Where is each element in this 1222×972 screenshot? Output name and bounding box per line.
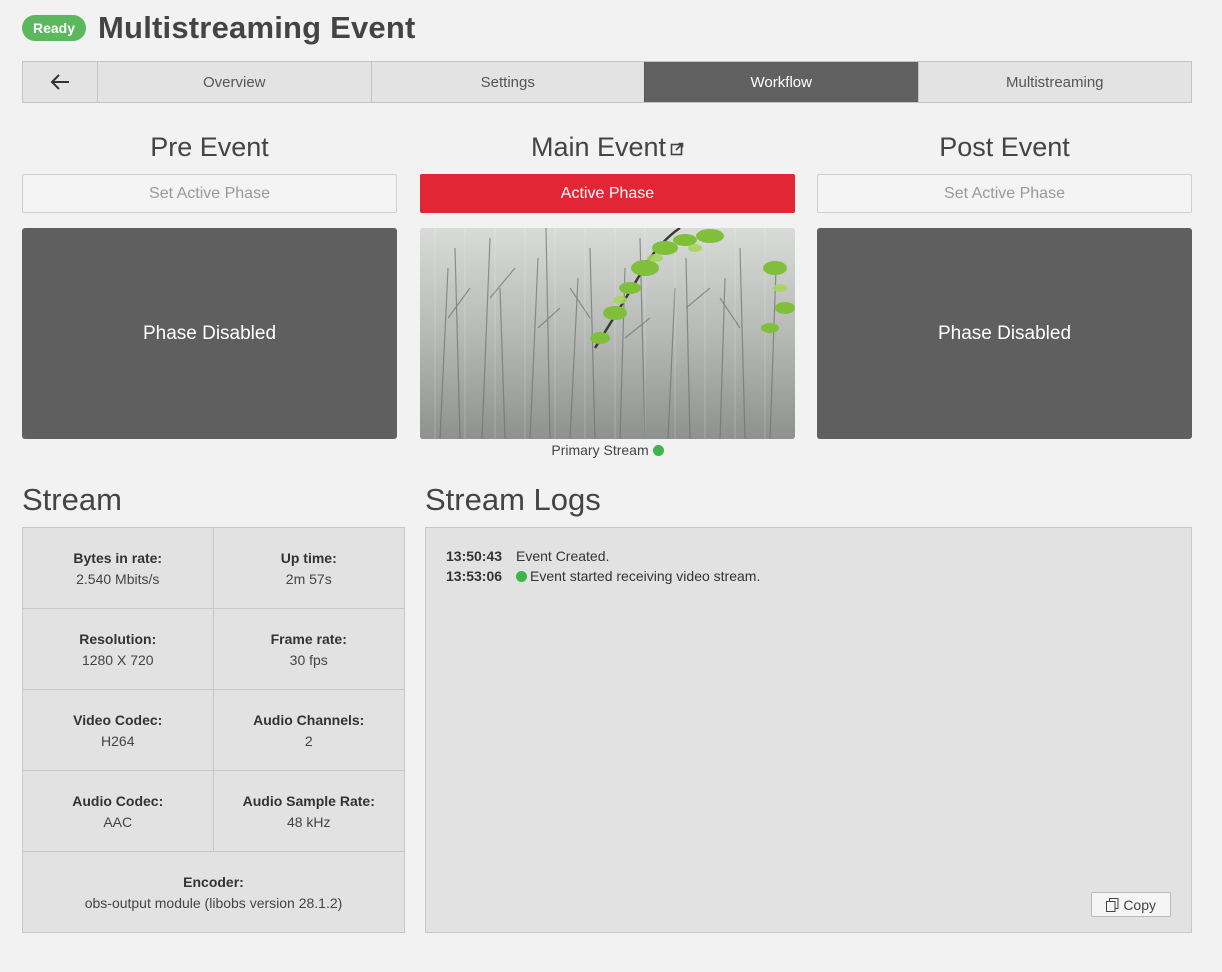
log-entry: 13:53:06 Event started receiving video s… bbox=[446, 566, 1171, 586]
stat-frame-rate: Frame rate: 30 fps bbox=[213, 609, 404, 690]
log-time: 13:53:06 bbox=[446, 568, 503, 584]
stat-label: Resolution: bbox=[79, 630, 157, 647]
copy-label: Copy bbox=[1123, 896, 1156, 913]
primary-stream-status: Primary Stream bbox=[420, 442, 795, 458]
copy-icon bbox=[1106, 897, 1119, 912]
stat-value: 48 kHz bbox=[286, 813, 331, 830]
stream-stats-grid: Bytes in rate: 2.540 Mbits/s Up time: 2m… bbox=[22, 527, 405, 933]
video-preview[interactable] bbox=[420, 228, 795, 439]
stat-label: Encoder: bbox=[183, 873, 244, 890]
back-button[interactable] bbox=[23, 62, 97, 102]
main-event-title[interactable]: Main Event bbox=[531, 132, 666, 162]
stream-logs-title: Stream Logs bbox=[425, 482, 601, 517]
stat-label: Frame rate: bbox=[270, 630, 347, 647]
stat-label: Audio Channels: bbox=[253, 711, 365, 728]
main-event-active-phase-button[interactable]: Active Phase bbox=[420, 174, 795, 213]
stat-bytes-in-rate: Bytes in rate: 2.540 Mbits/s bbox=[23, 528, 214, 609]
stat-audio-codec: Audio Codec: AAC bbox=[23, 771, 214, 852]
stat-value: AAC bbox=[103, 813, 133, 830]
stat-value: 2m 57s bbox=[285, 570, 332, 587]
post-event-phase: Post Event Set Active Phase Phase Disabl… bbox=[817, 130, 1192, 439]
external-link-icon[interactable] bbox=[670, 142, 684, 156]
stat-up-time: Up time: 2m 57s bbox=[213, 528, 404, 609]
stat-value: 2 bbox=[304, 732, 313, 749]
stat-value: obs-output module (libobs version 28.1.2… bbox=[84, 894, 343, 911]
log-message: Event Created. bbox=[516, 548, 610, 564]
arrow-left-icon bbox=[50, 74, 69, 90]
post-event-disabled-panel: Phase Disabled bbox=[817, 228, 1192, 439]
stat-value: H264 bbox=[101, 732, 135, 749]
stat-audio-channels: Audio Channels: 2 bbox=[213, 690, 404, 771]
post-event-title: Post Event bbox=[939, 132, 1070, 162]
stat-label: Audio Sample Rate: bbox=[242, 792, 375, 809]
stat-resolution: Resolution: 1280 X 720 bbox=[23, 609, 214, 690]
tab-workflow[interactable]: Workflow bbox=[644, 62, 918, 102]
tab-settings[interactable]: Settings bbox=[370, 62, 645, 102]
pre-event-phase: Pre Event Set Active Phase Phase Disable… bbox=[22, 130, 397, 439]
stream-logs-panel: 13:50:43 Event Created. 13:53:06 Event s… bbox=[425, 527, 1192, 933]
log-entry: 13:50:43 Event Created. bbox=[446, 546, 1171, 566]
stat-encoder: Encoder: obs-output module (libobs versi… bbox=[23, 852, 404, 932]
main-event-phase: Main Event Active Phase Primary Stream bbox=[420, 130, 795, 458]
stat-label: Audio Codec: bbox=[72, 792, 164, 809]
primary-stream-label: Primary Stream bbox=[551, 442, 649, 458]
log-message: Event started receiving video stream. bbox=[530, 568, 761, 584]
stat-value: 30 fps bbox=[289, 651, 328, 668]
tab-overview[interactable]: Overview bbox=[97, 62, 371, 102]
stat-value: 1280 X 720 bbox=[81, 651, 154, 668]
main-event-title-row: Main Event bbox=[420, 130, 795, 164]
stream-section-title: Stream bbox=[22, 482, 122, 517]
pre-event-disabled-panel: Phase Disabled bbox=[22, 228, 397, 439]
stat-label: Video Codec: bbox=[73, 711, 163, 728]
pre-event-status: Phase Disabled bbox=[142, 322, 277, 344]
post-event-set-active-button[interactable]: Set Active Phase bbox=[817, 174, 1192, 213]
page-title: Multistreaming Event bbox=[98, 10, 416, 45]
log-time: 13:50:43 bbox=[446, 548, 503, 564]
copy-logs-button[interactable]: Copy bbox=[1091, 892, 1171, 917]
video-frame-image bbox=[420, 228, 795, 439]
tab-bar: Overview Settings Workflow Multistreamin… bbox=[22, 61, 1192, 103]
pre-event-title: Pre Event bbox=[150, 132, 269, 162]
stat-video-codec: Video Codec: H264 bbox=[23, 690, 214, 771]
status-dot-icon bbox=[516, 570, 527, 582]
stat-value: 2.540 Mbits/s bbox=[76, 570, 160, 587]
status-badge: Ready bbox=[22, 15, 87, 41]
stat-label: Up time: bbox=[280, 549, 337, 566]
stat-audio-sample-rate: Audio Sample Rate: 48 kHz bbox=[213, 771, 404, 852]
page-header: Ready Multistreaming Event bbox=[22, 10, 416, 46]
stat-label: Bytes in rate: bbox=[73, 549, 163, 566]
post-event-status: Phase Disabled bbox=[937, 322, 1072, 344]
stream-status-dot-icon bbox=[652, 445, 664, 456]
pre-event-set-active-button[interactable]: Set Active Phase bbox=[22, 174, 397, 213]
tab-multistreaming[interactable]: Multistreaming bbox=[917, 62, 1192, 102]
